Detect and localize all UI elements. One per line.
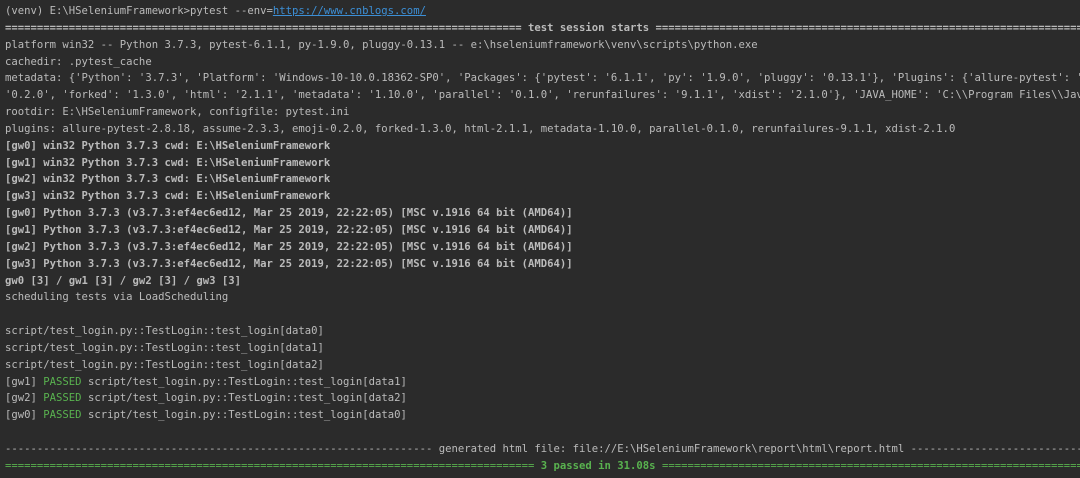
- summary-rule-left: ========================================…: [5, 459, 541, 472]
- env-url-link[interactable]: https://www.cnblogs.com/: [273, 5, 426, 17]
- result-worker: [gw1]: [5, 375, 44, 388]
- metadata-line-continued: '0.2.0', 'forked': '1.3.0', 'html': '2.1…: [5, 89, 1080, 102]
- cachedir-line: cachedir: .pytest_cache: [5, 55, 152, 68]
- worker-cwd-line: [gw3] win32 Python 3.7.3 cwd: E:\HSeleni…: [5, 190, 331, 203]
- summary-line: ========================================…: [0, 458, 1080, 475]
- result-worker: [gw0]: [5, 409, 44, 422]
- worker-python-line: [gw0] Python 3.7.3 (v3.7.3:ef4ec6ed12, M…: [5, 207, 573, 220]
- scheduling-line: scheduling tests via LoadScheduling: [5, 291, 229, 304]
- html-report-line: ----------------------------------------…: [5, 442, 1080, 455]
- worker-cwd-line: [gw1] win32 Python 3.7.3 cwd: E:\HSeleni…: [5, 156, 331, 169]
- result-test-name: script/test_login.py::TestLogin::test_lo…: [81, 409, 407, 422]
- summary-text: 3 passed in 31.08s: [540, 459, 656, 472]
- collected-test-line: script/test_login.py::TestLogin::test_lo…: [5, 358, 324, 371]
- terminal-output[interactable]: (venv) E:\HSeleniumFramework>pytest --en…: [0, 0, 1080, 478]
- session-start-banner: ========================================…: [5, 21, 1080, 34]
- result-test-name: script/test_login.py::TestLogin::test_lo…: [81, 392, 407, 405]
- passed-status: PASSED: [43, 375, 82, 388]
- passed-status: PASSED: [43, 409, 82, 422]
- collected-test-line: script/test_login.py::TestLogin::test_lo…: [5, 341, 324, 354]
- test-result-line: [gw1] PASSED script/test_login.py::TestL…: [0, 374, 1080, 391]
- command-line: (venv) E:\HSeleniumFramework>pytest --en…: [0, 3, 1080, 20]
- worker-python-line: [gw3] Python 3.7.3 (v3.7.3:ef4ec6ed12, M…: [5, 257, 573, 270]
- result-worker: [gw2]: [5, 392, 44, 405]
- worker-python-line: [gw1] Python 3.7.3 (v3.7.3:ef4ec6ed12, M…: [5, 223, 573, 236]
- test-result-line: [gw2] PASSED script/test_login.py::TestL…: [0, 390, 1080, 407]
- command-prompt: (venv) E:\HSeleniumFramework>pytest --en…: [5, 5, 273, 17]
- worker-counts-line: gw0 [3] / gw1 [3] / gw2 [3] / gw3 [3]: [5, 274, 241, 287]
- worker-python-line: [gw2] Python 3.7.3 (v3.7.3:ef4ec6ed12, M…: [5, 240, 573, 253]
- rootdir-line: rootdir: E:\HSeleniumFramework, configfi…: [5, 106, 350, 119]
- metadata-line: metadata: {'Python': '3.7.3', 'Platform'…: [5, 72, 1080, 85]
- passed-status: PASSED: [43, 392, 82, 405]
- worker-cwd-line: [gw2] win32 Python 3.7.3 cwd: E:\HSeleni…: [5, 173, 331, 186]
- result-test-name: script/test_login.py::TestLogin::test_lo…: [81, 375, 407, 388]
- platform-line: platform win32 -- Python 3.7.3, pytest-6…: [5, 38, 758, 51]
- summary-rule-right: ========================================…: [661, 459, 1080, 472]
- plugins-line: plugins: allure-pytest-2.8.18, assume-2.…: [5, 122, 956, 135]
- test-result-line: [gw0] PASSED script/test_login.py::TestL…: [0, 407, 1080, 424]
- collected-test-line: script/test_login.py::TestLogin::test_lo…: [5, 325, 324, 338]
- worker-cwd-line: [gw0] win32 Python 3.7.3 cwd: E:\HSeleni…: [5, 139, 331, 152]
